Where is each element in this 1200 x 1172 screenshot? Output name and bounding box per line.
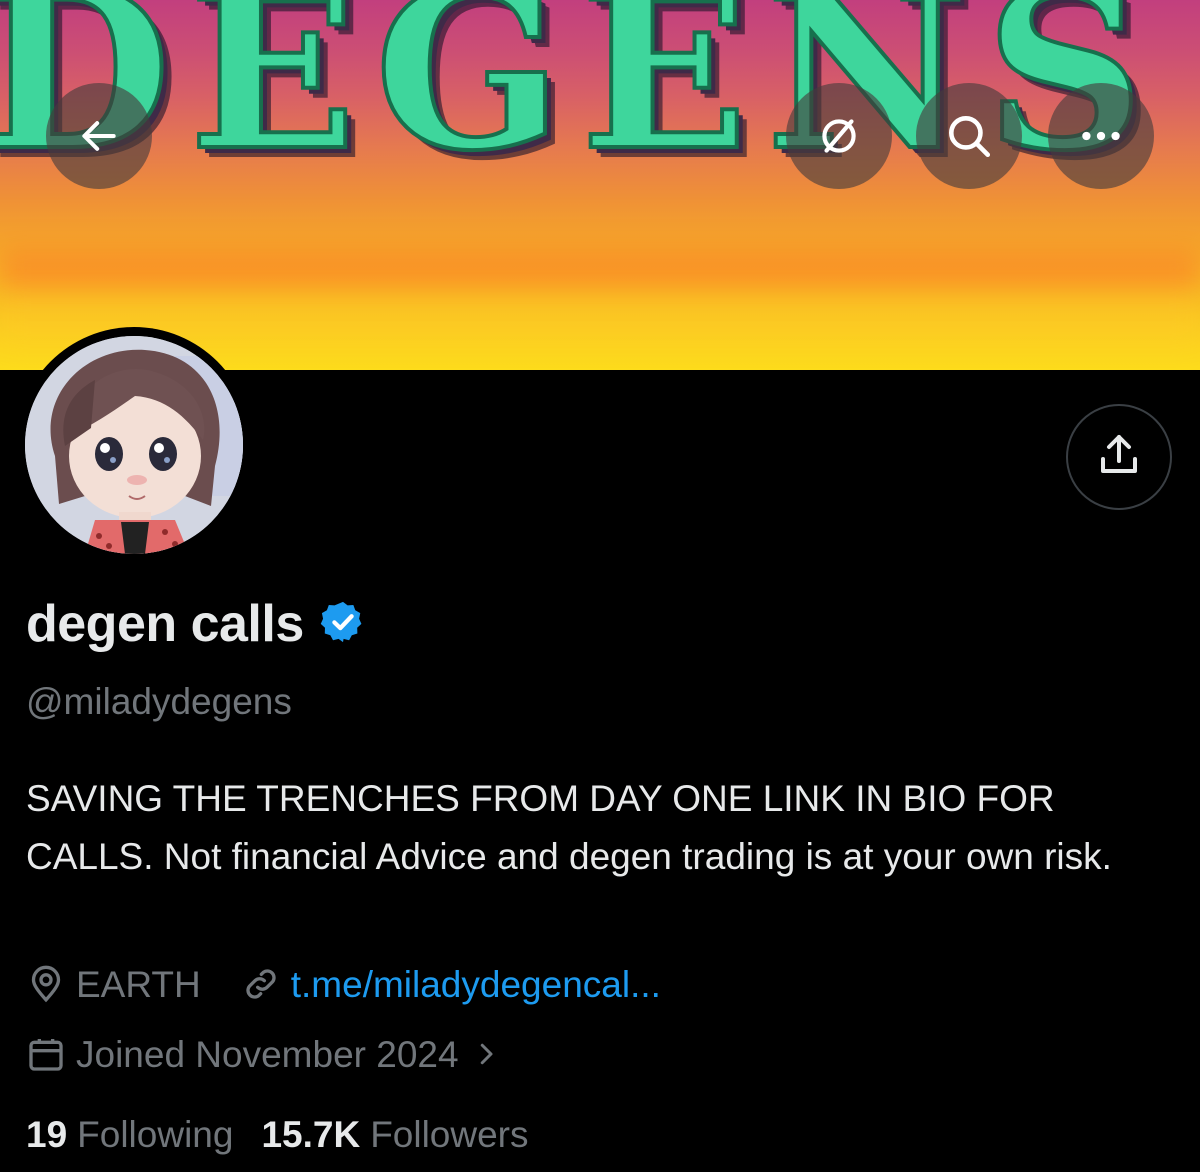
calendar-icon <box>26 1034 66 1074</box>
avatar[interactable] <box>25 336 243 554</box>
chevron-right-icon <box>471 1039 501 1069</box>
more-horizontal-icon <box>1076 111 1126 161</box>
location-pin-icon <box>26 964 66 1004</box>
more-button[interactable] <box>1048 83 1154 189</box>
verified-badge-icon[interactable] <box>320 599 366 650</box>
following-stat[interactable]: 19 Following <box>26 1116 233 1153</box>
website-link[interactable]: t.me/miladydegencal... <box>241 964 661 1004</box>
profile-banner: DEGENS <box>0 0 1200 370</box>
follow-stats: 19 Following 15.7K Followers <box>26 1116 557 1153</box>
search-icon <box>944 111 994 161</box>
search-button[interactable] <box>916 83 1022 189</box>
profile-meta-row: EARTH t.me/miladydegencal... <box>26 964 661 1004</box>
back-button[interactable] <box>46 83 152 189</box>
following-count: 19 <box>26 1114 68 1155</box>
share-upload-icon <box>1095 431 1143 484</box>
hide-button[interactable] <box>786 83 892 189</box>
followers-label: Followers <box>370 1114 529 1155</box>
joined-row[interactable]: Joined November 2024 <box>26 1034 511 1074</box>
display-name-row: degen calls <box>26 598 366 650</box>
website-link-text[interactable]: t.me/miladydegencal... <box>291 966 661 1003</box>
joined-text: Joined November 2024 <box>76 1033 459 1075</box>
handle: @miladydegens <box>26 681 292 722</box>
link-icon <box>241 964 281 1004</box>
back-arrow-icon <box>77 114 121 158</box>
eye-off-icon <box>814 111 864 161</box>
location: EARTH <box>26 964 201 1004</box>
followers-stat[interactable]: 15.7K Followers <box>261 1116 528 1153</box>
share-button[interactable] <box>1066 404 1172 510</box>
display-name: degen calls <box>26 595 304 653</box>
location-text: EARTH <box>76 963 201 1005</box>
bio: SAVING THE TRENCHES FROM DAY ONE LINK IN… <box>26 778 1112 877</box>
followers-count: 15.7K <box>261 1114 361 1155</box>
following-label: Following <box>77 1114 234 1155</box>
